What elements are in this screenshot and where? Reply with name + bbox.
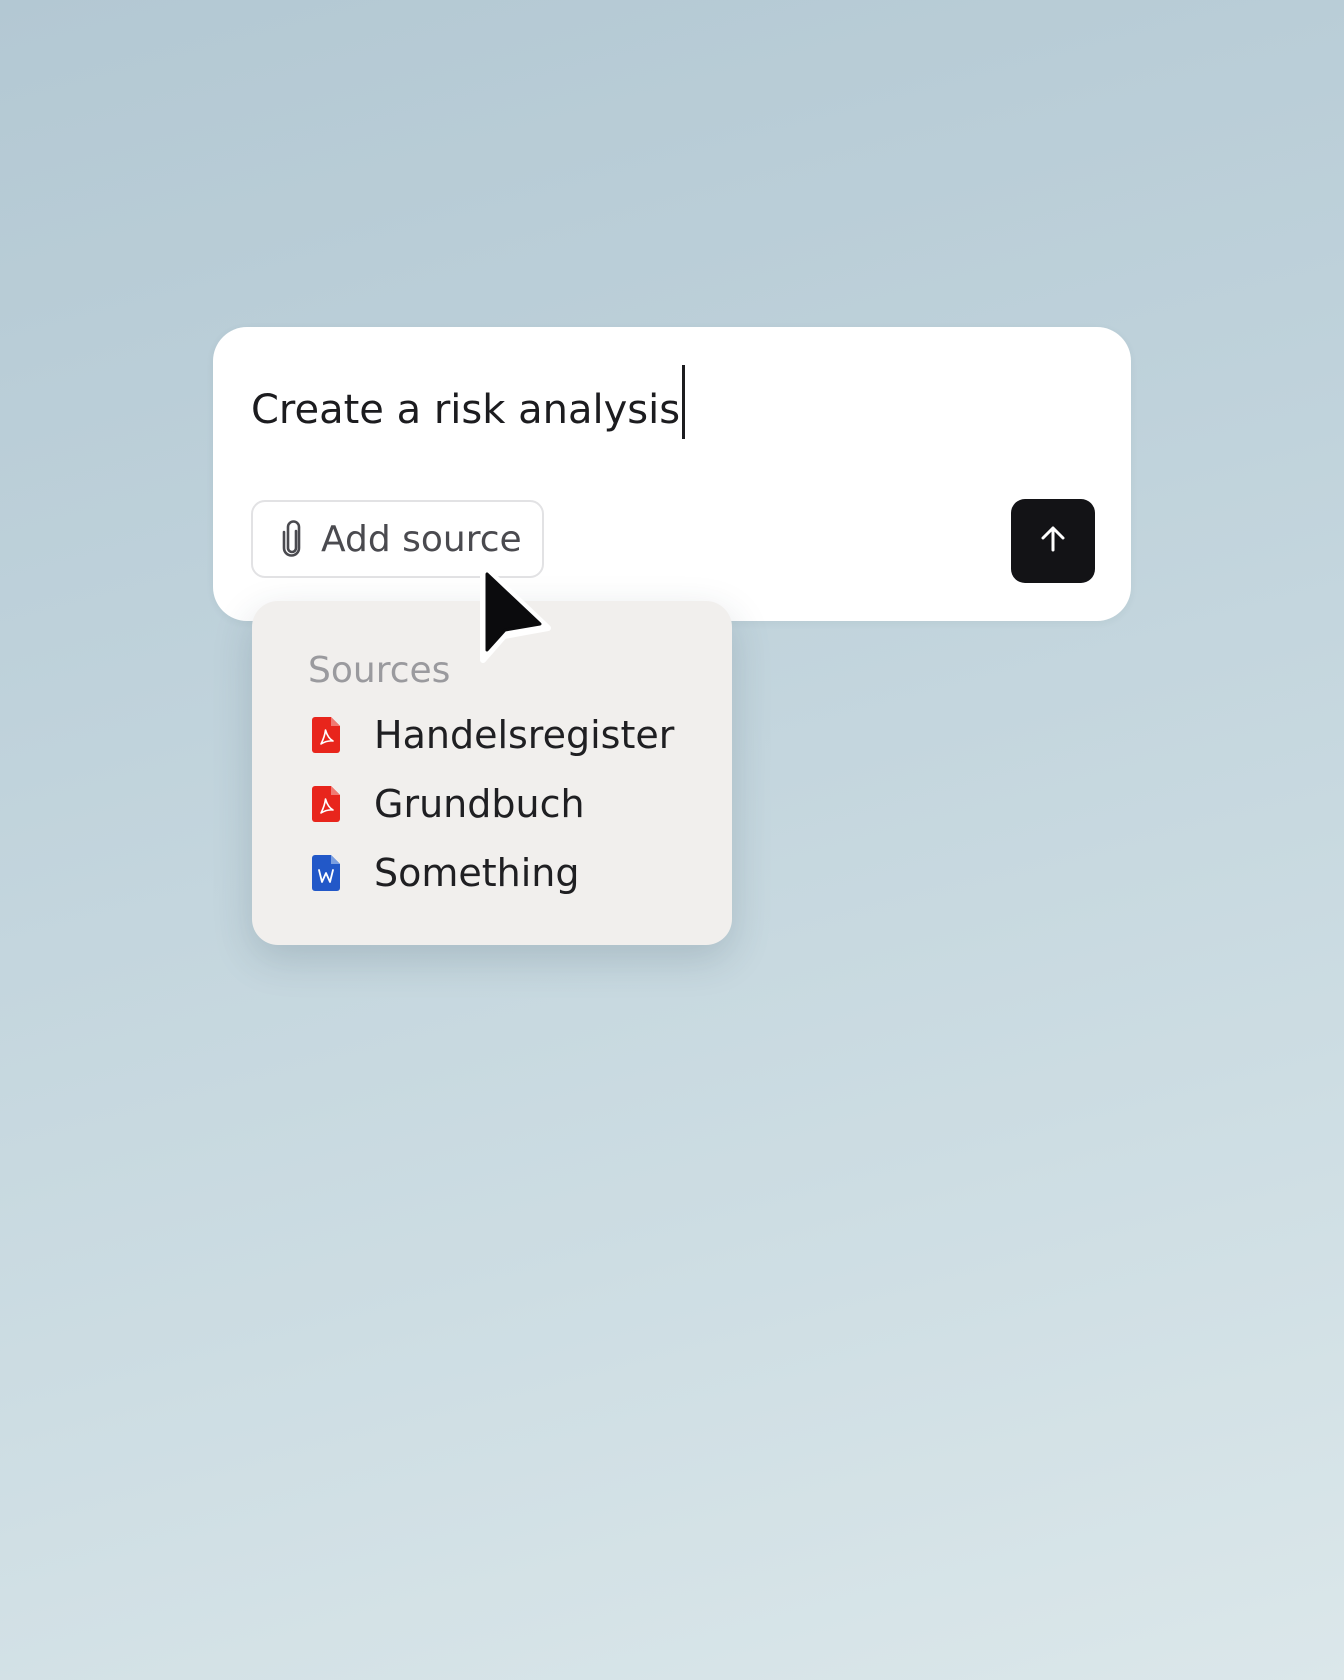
add-source-label: Add source <box>321 518 522 560</box>
source-item-handelsregister[interactable]: Handelsregister <box>308 707 674 763</box>
sources-heading: Sources <box>308 650 451 691</box>
arrow-up-icon <box>1037 523 1069 559</box>
source-item-label: Grundbuch <box>374 782 585 826</box>
source-item-grundbuch[interactable]: Grundbuch <box>308 776 585 832</box>
pdf-file-icon <box>312 717 340 753</box>
text-caret <box>682 365 686 439</box>
prompt-input[interactable]: Create a risk analysis <box>251 365 686 440</box>
prompt-input-text: Create a risk analysis <box>251 387 681 433</box>
pdf-file-icon <box>312 786 340 822</box>
paperclip-icon <box>281 519 303 559</box>
source-item-label: Handelsregister <box>374 713 675 757</box>
source-item-label: Something <box>374 851 580 895</box>
prompt-composer: Create a risk analysis Add source <box>213 327 1131 621</box>
source-item-something[interactable]: Something <box>308 845 580 901</box>
word-file-icon <box>312 855 340 891</box>
send-button[interactable] <box>1011 499 1095 583</box>
mouse-pointer-icon <box>480 563 551 663</box>
